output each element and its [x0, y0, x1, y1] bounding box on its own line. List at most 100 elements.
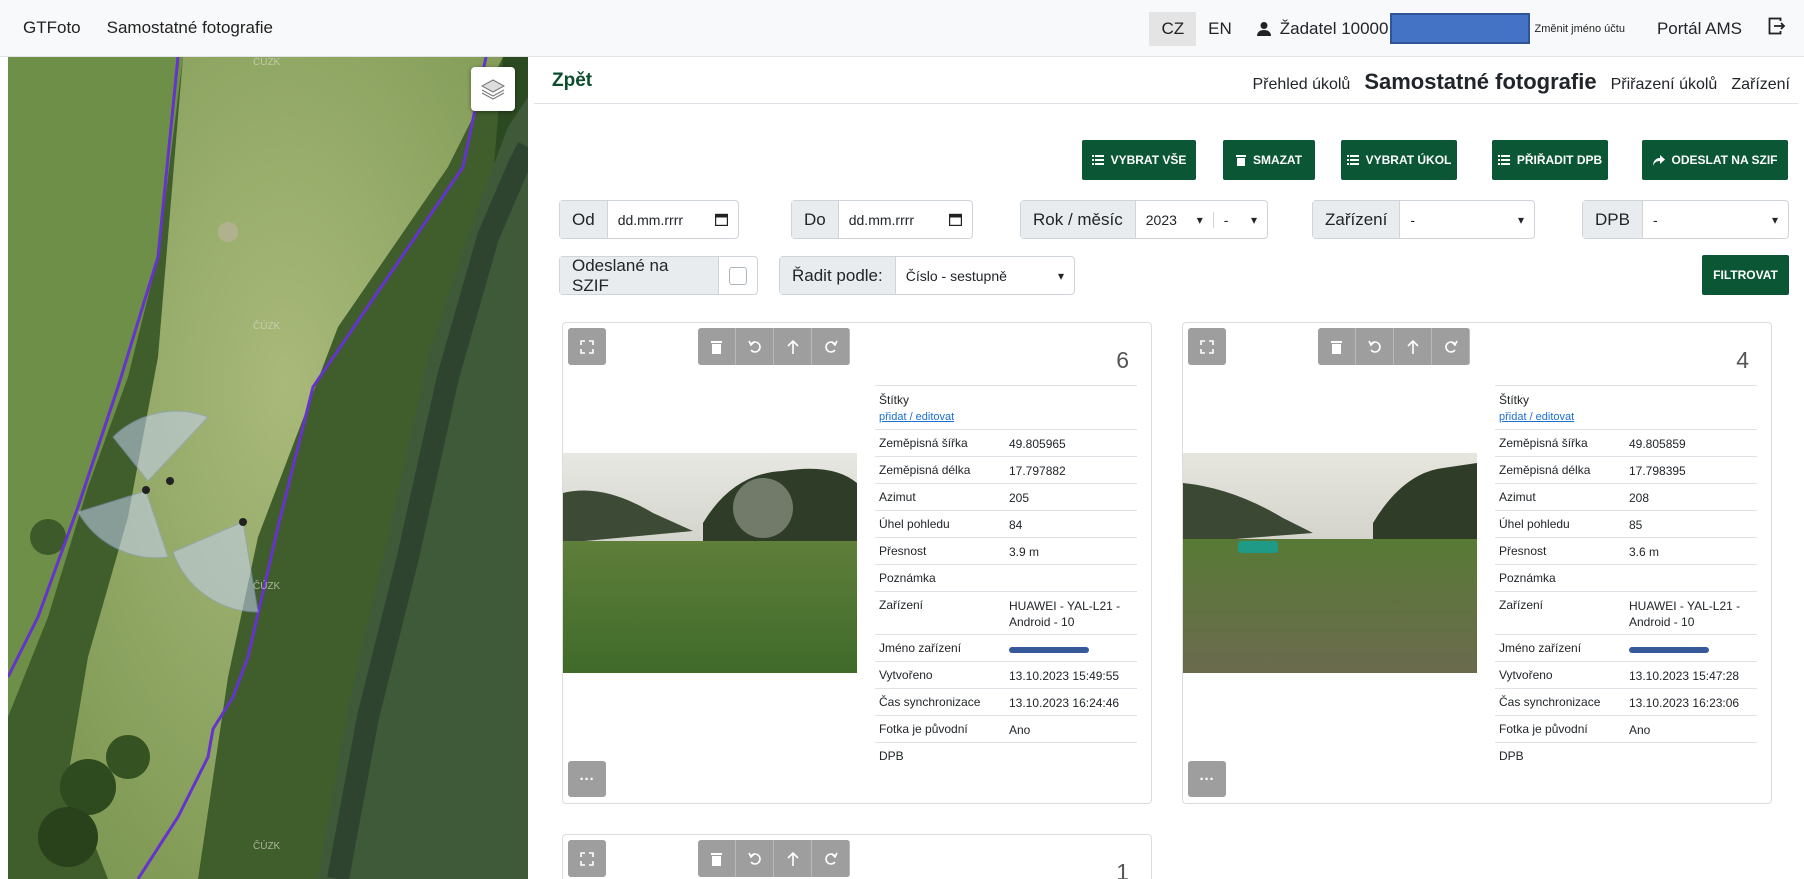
send-to-szif-button[interactable]: ODESLAT NA SZIF: [1642, 140, 1788, 180]
delete-button[interactable]: SMAZAT: [1223, 140, 1315, 180]
trash-icon: [1331, 340, 1342, 354]
dpb-select[interactable]: - ▾: [1643, 212, 1788, 228]
calendar-icon[interactable]: [949, 213, 962, 226]
photo-info-table: Štítky přidat / editovat Zeměpisná šířka…: [875, 385, 1137, 769]
info-row: Vytvořeno 13.10.2023 15:49:55: [875, 661, 1137, 688]
sort-value: Číslo - sestupně: [905, 267, 1007, 284]
info-value: 17.797882: [1009, 464, 1066, 478]
delete-photo-button[interactable]: [698, 840, 736, 877]
more-options-button[interactable]: ···: [1188, 761, 1226, 797]
redacted-device-name: [1629, 646, 1709, 653]
delete-photo-button[interactable]: [698, 328, 736, 365]
info-value: 3.6 m: [1629, 545, 1660, 559]
sort-label: Řadit podle:: [780, 257, 896, 294]
info-value: Ano: [1009, 723, 1031, 737]
tags-label: Štítky: [1499, 393, 1530, 407]
map-view[interactable]: ČÚZK ČÚZK ČÚZK ČÚZK: [8, 57, 528, 879]
rotate-right-button[interactable]: [812, 328, 850, 365]
photo-number: 6: [1116, 347, 1129, 373]
edit-tags-link[interactable]: přidat / editovat: [879, 411, 954, 423]
date-to-label: Do: [792, 201, 839, 238]
user-menu[interactable]: Žadatel 10000: [1256, 13, 1531, 44]
info-key: Přesnost: [1499, 544, 1547, 558]
rotate-right-button[interactable]: [812, 840, 850, 877]
move-up-button[interactable]: [774, 840, 812, 877]
select-task-button[interactable]: VYBRAT ÚKOL: [1341, 140, 1457, 180]
tags-row: Štítky přidat / editovat: [1495, 385, 1757, 429]
photo-thumbnail[interactable]: [563, 453, 857, 673]
month-select[interactable]: - ▾: [1214, 212, 1267, 228]
rename-account-link[interactable]: Změnit jméno účtu: [1534, 23, 1624, 35]
info-key: Zeměpisná délka: [879, 463, 971, 477]
year-select[interactable]: 2023 ▾: [1136, 211, 1214, 228]
photo-toolbar: [698, 840, 850, 877]
sort-select[interactable]: Číslo - sestupně ▾: [896, 268, 1074, 284]
device-select[interactable]: - ▾: [1400, 212, 1534, 228]
redacted-device-name: [1009, 646, 1089, 653]
delete-photo-button[interactable]: [1318, 328, 1356, 365]
edit-tags-link[interactable]: přidat / editovat: [1499, 411, 1574, 423]
move-up-button[interactable]: [1394, 328, 1432, 365]
lang-en-button[interactable]: EN: [1196, 12, 1244, 46]
sent-checkbox-wrap: [719, 266, 757, 285]
content-panel: Zpět Přehled úkolů Samostatné fotografie…: [534, 57, 1804, 879]
select-all-button[interactable]: VYBRAT VŠE: [1082, 140, 1196, 180]
subnav-devices[interactable]: Zařízení: [1731, 76, 1790, 94]
fullscreen-button[interactable]: [568, 328, 606, 365]
info-row: Zeměpisná šířka 49.805859: [1495, 429, 1757, 456]
rotate-right-icon: [1444, 340, 1458, 353]
photo-number: 4: [1736, 347, 1749, 373]
rotate-left-button[interactable]: [736, 840, 774, 877]
move-up-button[interactable]: [774, 328, 812, 365]
calendar-icon[interactable]: [715, 213, 728, 226]
fullscreen-button[interactable]: [1188, 328, 1226, 365]
lang-cz-button[interactable]: CZ: [1149, 11, 1197, 46]
info-key: Čas synchronizace: [879, 695, 981, 709]
month-value: -: [1223, 211, 1229, 228]
photo-thumbnail[interactable]: [1183, 453, 1477, 673]
trash-icon: [1235, 155, 1246, 166]
tags-label: Štítky: [879, 393, 910, 407]
info-row: Zeměpisná šířka 49.805965: [875, 429, 1137, 456]
filter-button[interactable]: FILTROVAT: [1702, 255, 1789, 295]
brand-link[interactable]: GTFoto: [23, 18, 81, 38]
info-value: [1629, 571, 1753, 591]
info-value: 208: [1629, 491, 1650, 505]
date-from-label: Od: [560, 201, 608, 238]
info-value: 3.9 m: [1009, 545, 1040, 559]
subnav-standalone-photos[interactable]: Samostatné fotografie: [1364, 69, 1596, 95]
map-watermark: ČÚZK: [253, 57, 281, 68]
date-from-value: dd.mm.rrrr: [617, 211, 684, 228]
fullscreen-button[interactable]: [568, 840, 606, 877]
rotate-right-button[interactable]: [1432, 328, 1470, 365]
map-layers-button[interactable]: [471, 67, 515, 111]
subnav-task-overview[interactable]: Přehled úkolů: [1252, 76, 1350, 94]
info-value: [1629, 749, 1753, 769]
rotate-left-button[interactable]: [1356, 328, 1394, 365]
info-row: Vytvořeno 13.10.2023 15:47:28: [1495, 661, 1757, 688]
info-row: Fotka je původní Ano: [875, 715, 1137, 742]
device-filter-label: Zařízení: [1313, 201, 1401, 238]
trash-icon: [711, 340, 722, 354]
info-key: Zařízení: [879, 598, 924, 612]
info-row: Úhel pohledu 85: [1495, 510, 1757, 537]
nav-link-standalone-photos[interactable]: Samostatné fotografie: [107, 18, 273, 38]
photo-info-table: Štítky přidat / editovat Zeměpisná šířka…: [1495, 385, 1757, 769]
navbar-right: CZ EN Žadatel 10000 Změnit jméno účtu Po…: [1149, 0, 1804, 57]
list-icon: [1346, 155, 1359, 165]
date-from-input[interactable]: dd.mm.rrrr: [608, 212, 738, 228]
back-link[interactable]: Zpět: [552, 70, 592, 92]
portal-ams-link[interactable]: Portál AMS: [1657, 19, 1742, 39]
list-icon: [1497, 155, 1510, 165]
top-navbar: GTFoto Samostatné fotografie CZ EN Žadat…: [0, 0, 1804, 57]
rotate-left-button[interactable]: [736, 328, 774, 365]
date-to-input[interactable]: dd.mm.rrrr: [839, 212, 972, 228]
more-options-button[interactable]: ···: [568, 761, 606, 797]
arrow-up-icon: [1406, 339, 1419, 354]
info-row: Poznámka: [875, 564, 1137, 591]
logout-icon[interactable]: [1768, 17, 1786, 40]
assign-dpb-button[interactable]: PŘIŘADIT DPB: [1492, 140, 1608, 180]
subnav-task-assignment[interactable]: Přiřazení úkolů: [1611, 76, 1718, 94]
share-icon: [1652, 154, 1665, 166]
sent-to-szif-checkbox[interactable]: [729, 266, 747, 285]
